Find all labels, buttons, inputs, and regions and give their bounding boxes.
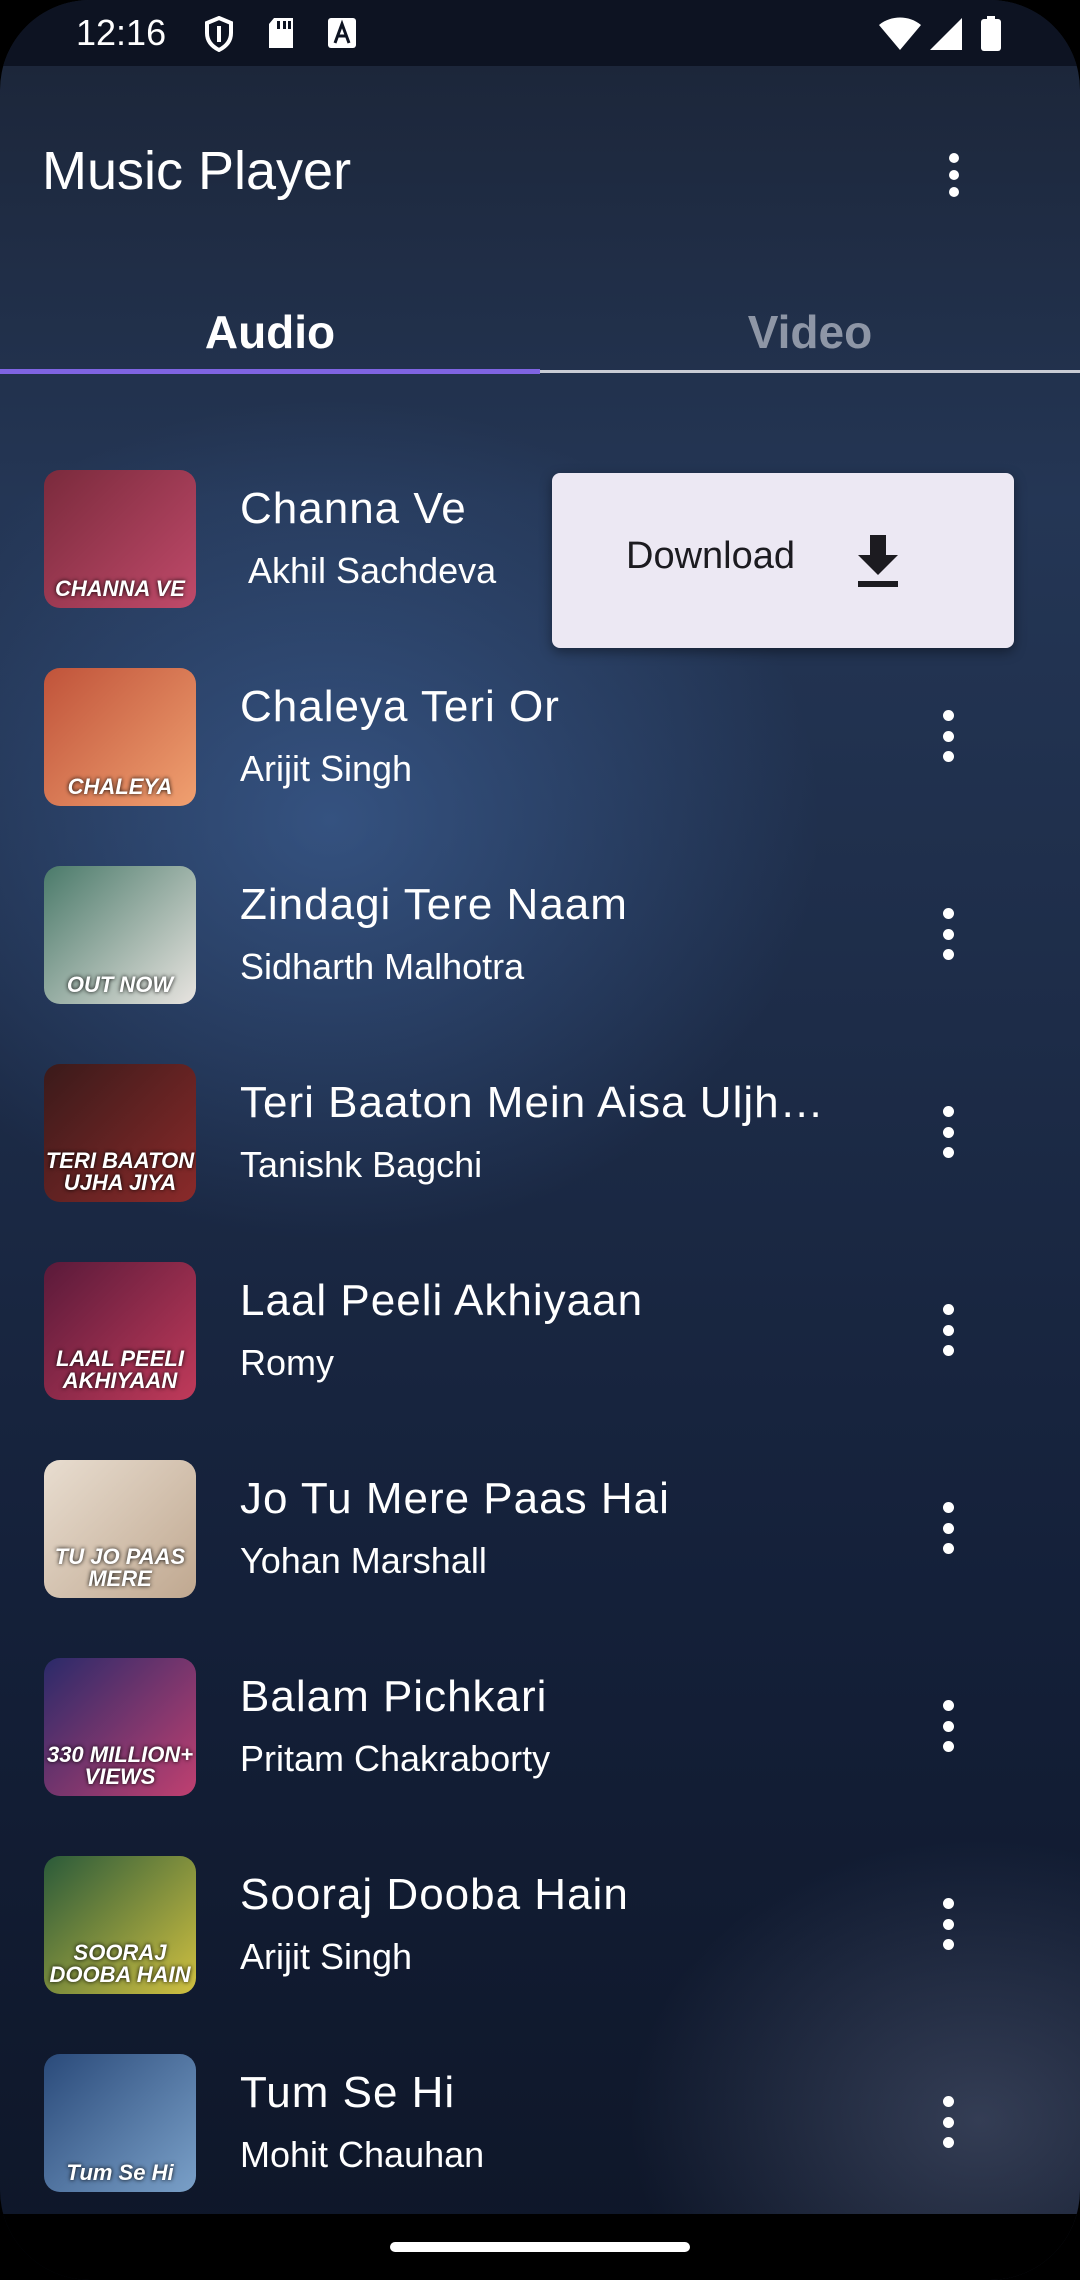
album-art-caption: TERI BAATON UJHA JIYA: [45, 1148, 195, 1195]
song-artist: Sidharth Malhotra: [240, 946, 525, 987]
screen: 12:16 Music Player Audio Video CHANNA VE…: [0, 0, 1080, 2280]
tab-indicator: [0, 369, 540, 374]
album-art: 330 MILLION+ VIEWS: [44, 1658, 196, 1796]
song-title: Tum Se Hi: [240, 2068, 456, 2117]
album-art-caption: TU JO PAAS MERE: [54, 1544, 186, 1591]
album-art: SOORAJ DOOBA HAIN: [44, 1856, 196, 1994]
more-vert-icon[interactable]: [930, 145, 978, 205]
album-art-caption: OUT NOW: [66, 972, 174, 997]
song-title: Teri Baaton Mein Aisa Uljha Jiya: [240, 1078, 830, 1127]
tab-video[interactable]: Video: [540, 290, 1080, 374]
list-item[interactable]: CHALEYA Chaleya Teri Or Arijit Singh: [0, 638, 1080, 836]
status-time: 12:16: [76, 12, 167, 53]
album-art-caption: CHANNA VE: [55, 576, 185, 601]
more-vert-icon[interactable]: [924, 1106, 972, 1158]
download-menu-item[interactable]: Download: [552, 473, 1014, 648]
song-artist: Romy: [240, 1342, 335, 1383]
tab-audio[interactable]: Audio: [0, 290, 540, 374]
song-artist: Mohit Chauhan: [240, 2134, 485, 2175]
download-icon: [858, 535, 898, 587]
album-art: TERI BAATON UJHA JIYA: [44, 1064, 196, 1202]
battery-icon: [981, 16, 1001, 51]
list-item[interactable]: OUT NOW Zindagi Tere Naam Sidharth Malhotr…: [0, 836, 1080, 1034]
song-artist: Arijit Singh: [240, 748, 413, 789]
album-art-caption: Tum Se Hi: [66, 2160, 174, 2185]
list-item[interactable]: TU JO PAAS MERE Jo Tu Mere Paas Hai Yohan …: [0, 1430, 1080, 1628]
gesture-handle[interactable]: [390, 2242, 690, 2252]
album-art: CHALEYA: [44, 668, 196, 806]
list-item[interactable]: LAAL PEELI AKHIYAAN Laal Peeli Akhiyaan Ro…: [0, 1232, 1080, 1430]
song-title: Chaleya Teri Or: [240, 682, 560, 731]
song-artist: Pritam Chakraborty: [240, 1738, 551, 1779]
tab-bar: Audio Video: [0, 290, 1080, 374]
wifi-icon: [879, 17, 921, 50]
list-item[interactable]: 330 MILLION+ VIEWS Balam Pichkari Pritam C…: [0, 1628, 1080, 1826]
song-artist: Yohan Marshall: [240, 1540, 487, 1581]
song-title: Channa Ve: [240, 484, 467, 533]
shield-icon: [205, 16, 233, 52]
song-title: Jo Tu Mere Paas Hai: [240, 1474, 670, 1523]
more-vert-icon[interactable]: [924, 2096, 972, 2148]
album-art-caption: 330 MILLION+ VIEWS: [46, 1742, 194, 1789]
download-label: Download: [626, 535, 795, 577]
song-title: Balam Pichkari: [240, 1672, 548, 1721]
more-vert-icon[interactable]: [924, 1502, 972, 1554]
album-art: CHANNA VE: [44, 470, 196, 608]
more-vert-icon[interactable]: [924, 908, 972, 960]
status-bar: 12:16: [0, 0, 1080, 66]
list-item[interactable]: TERI BAATON UJHA JIYA Teri Baaton Mein Ai…: [0, 1034, 1080, 1232]
album-art-caption: LAAL PEELI AKHIYAAN: [56, 1346, 184, 1393]
sd-card-icon: [269, 18, 293, 48]
album-art: OUT NOW: [44, 866, 196, 1004]
app-title: Music Player: [42, 141, 352, 201]
song-artist: Tanishk Bagchi: [240, 1144, 483, 1185]
album-art: LAAL PEELI AKHIYAAN: [44, 1262, 196, 1400]
list-item[interactable]: Tum Se Hi Tum Se Hi Mohit Chauhan: [0, 2024, 1080, 2222]
more-vert-icon[interactable]: [924, 1304, 972, 1356]
font-a-icon: [328, 18, 356, 48]
song-title: Laal Peeli Akhiyaan: [240, 1276, 644, 1325]
album-art-caption: CHALEYA: [67, 774, 173, 799]
song-title: Zindagi Tere Naam: [240, 880, 628, 929]
signal-icon: [930, 18, 962, 50]
more-vert-icon[interactable]: [924, 1898, 972, 1950]
song-artist: Arijit Singh: [240, 1936, 413, 1977]
song-title: Sooraj Dooba Hain: [240, 1870, 629, 1919]
album-art: Tum Se Hi: [44, 2054, 196, 2192]
list-item[interactable]: SOORAJ DOOBA HAIN Sooraj Dooba Hain Arijit…: [0, 1826, 1080, 2024]
album-art-caption: SOORAJ DOOBA HAIN: [49, 1940, 191, 1987]
more-vert-icon[interactable]: [924, 1700, 972, 1752]
song-artist: Akhil Sachdeva: [240, 550, 497, 591]
album-art: TU JO PAAS MERE: [44, 1460, 196, 1598]
more-vert-icon[interactable]: [924, 710, 972, 762]
